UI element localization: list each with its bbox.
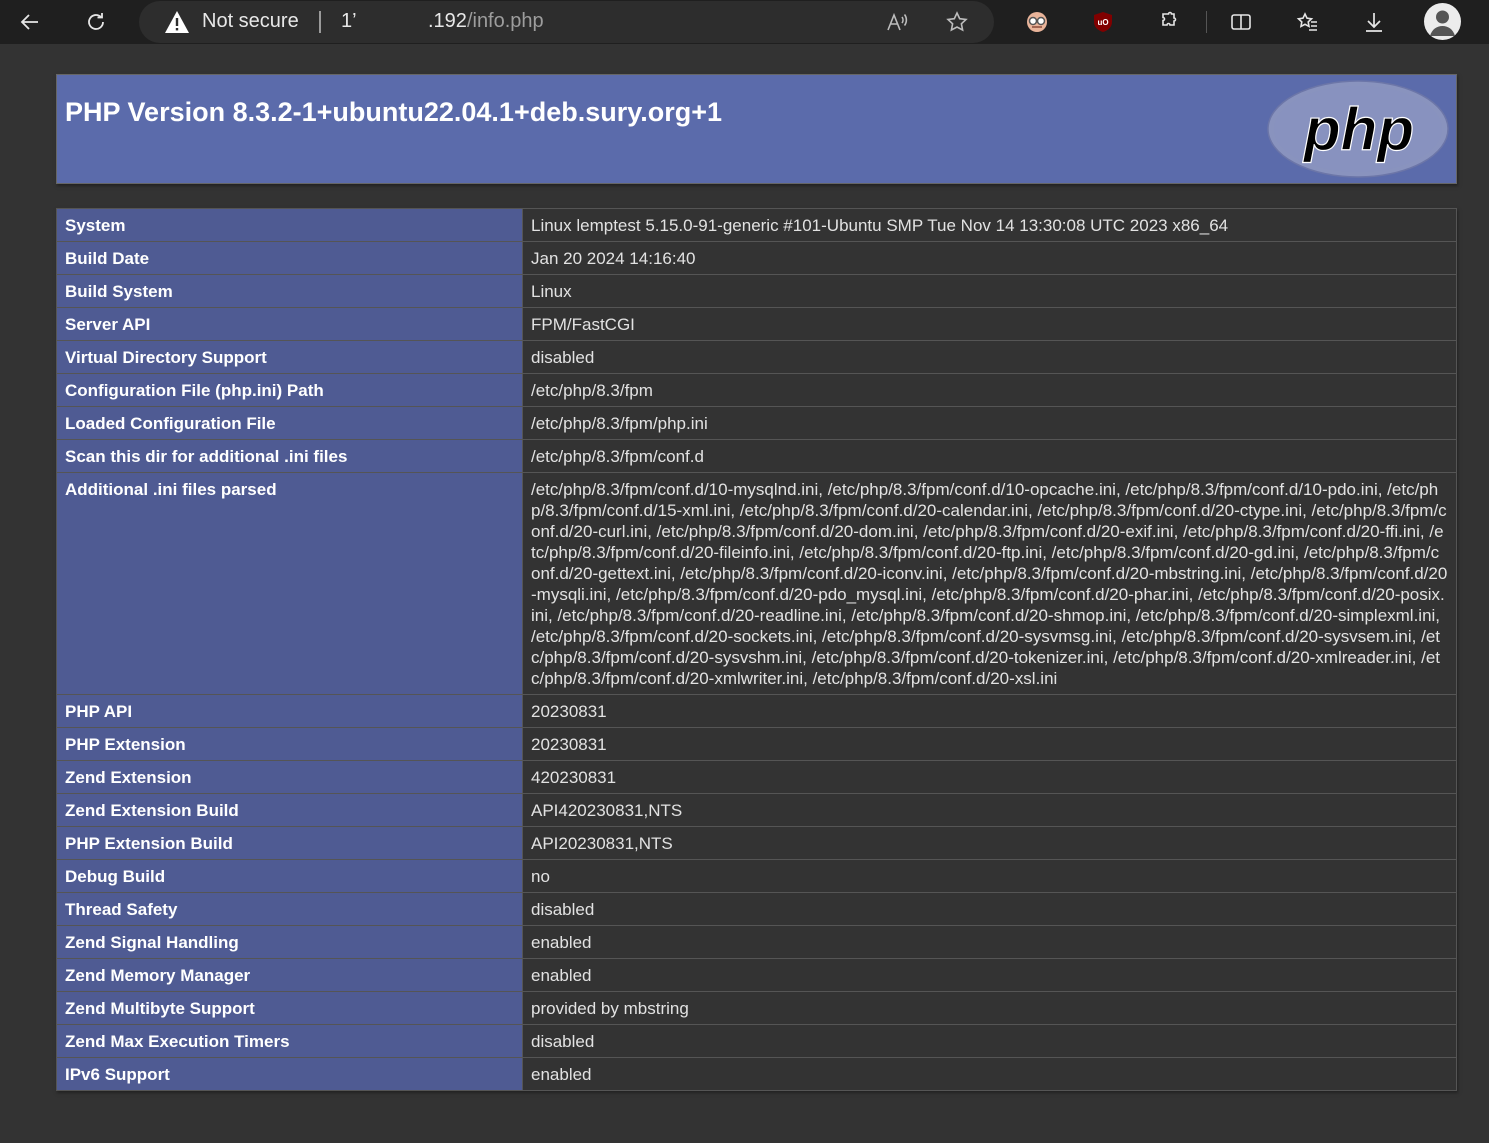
- ublock-icon[interactable]: uO: [1085, 4, 1121, 40]
- row-label: Loaded Configuration File: [56, 406, 523, 440]
- back-icon[interactable]: [12, 4, 48, 40]
- toolbar-divider: [1206, 11, 1207, 33]
- row-label: PHP Extension Build: [56, 826, 523, 860]
- row-label: Server API: [56, 307, 523, 341]
- row-value: API20230831,NTS: [522, 826, 1457, 860]
- table-row: Build System Linux: [56, 274, 1457, 308]
- php-logo-icon[interactable]: php: [1267, 80, 1449, 178]
- info-table-body: System Linux lemptest 5.15.0-91-generic #…: [56, 208, 1457, 1091]
- row-label: Zend Multibyte Support: [56, 991, 523, 1025]
- row-value: enabled: [522, 958, 1457, 992]
- row-value: provided by mbstring: [522, 991, 1457, 1025]
- table-row: Zend Extension 420230831: [56, 760, 1457, 794]
- table-row: Virtual Directory Support disabled: [56, 340, 1457, 374]
- table-row: IPv6 Support enabled: [56, 1057, 1457, 1091]
- table-row: Zend Multibyte Support provided by mbstri…: [56, 991, 1457, 1025]
- row-label: PHP API: [56, 694, 523, 728]
- row-label: Additional .ini files parsed: [56, 472, 523, 695]
- row-label: Thread Safety: [56, 892, 523, 926]
- favorite-star-icon[interactable]: [939, 4, 975, 40]
- row-label: Configuration File (php.ini) Path: [56, 373, 523, 407]
- row-value: Linux lemptest 5.15.0-91-generic #101-Ub…: [522, 208, 1457, 242]
- split-screen-icon[interactable]: [1223, 4, 1259, 40]
- row-label: Virtual Directory Support: [56, 340, 523, 374]
- table-row: Zend Signal Handling enabled: [56, 925, 1457, 959]
- table-row: Zend Max Execution Timers disabled: [56, 1024, 1457, 1058]
- table-row: Additional .ini files parsed/etc/php/8.3…: [56, 472, 1457, 695]
- php-logo-text: php: [1302, 96, 1414, 163]
- page-title: PHP Version 8.3.2-1+ubuntu22.04.1+deb.su…: [65, 97, 723, 127]
- table-row: PHP API 20230831: [56, 694, 1457, 728]
- row-value: /etc/php/8.3/fpm/conf.d: [522, 439, 1457, 473]
- extension-glasses-icon[interactable]: [1019, 4, 1055, 40]
- table-row: Configuration File (php.ini) Path/etc/ph…: [56, 373, 1457, 407]
- row-label: PHP Extension: [56, 727, 523, 761]
- row-value: enabled: [522, 1057, 1457, 1091]
- row-label: Zend Memory Manager: [56, 958, 523, 992]
- row-value: /etc/php/8.3/fpm/php.ini: [522, 406, 1457, 440]
- row-value: no: [522, 859, 1457, 893]
- row-label: Build System: [56, 274, 523, 308]
- warning-icon[interactable]: [164, 9, 190, 35]
- table-row: PHP Extension Build API20230831,NTS: [56, 826, 1457, 860]
- row-value: Jan 20 2024 14:16:40: [522, 241, 1457, 275]
- table-row: Loaded Configuration File/etc/php/8.3/fp…: [56, 406, 1457, 440]
- address-divider: [319, 11, 321, 33]
- row-label: Build Date: [56, 241, 523, 275]
- table-row: PHP Extension 20230831: [56, 727, 1457, 761]
- row-value: /etc/php/8.3/fpm/conf.d/10-mysqlnd.ini, …: [522, 472, 1457, 695]
- security-status-label[interactable]: Not secure: [202, 10, 299, 33]
- row-value: 420230831: [522, 760, 1457, 794]
- row-label: Debug Build: [56, 859, 523, 893]
- info-table: System Linux lemptest 5.15.0-91-generic #…: [56, 208, 1457, 1091]
- table-row: Thread Safety disabled: [56, 892, 1457, 926]
- profile-avatar-icon[interactable]: [1424, 3, 1461, 40]
- row-value: Linux: [522, 274, 1457, 308]
- row-label: Zend Max Execution Timers: [56, 1024, 523, 1058]
- row-value: disabled: [522, 892, 1457, 926]
- extensions-puzzle-icon[interactable]: [1151, 4, 1187, 40]
- url-text[interactable]: .192/info.php: [428, 10, 544, 33]
- row-value: /etc/php/8.3/fpm: [522, 373, 1457, 407]
- url-path: /info.php: [466, 10, 544, 32]
- read-aloud-icon[interactable]: [879, 4, 915, 40]
- row-label: System: [56, 208, 523, 242]
- table-row: System Linux lemptest 5.15.0-91-generic #…: [56, 208, 1457, 242]
- svg-text:uO: uO: [1097, 18, 1108, 27]
- table-row: Zend Memory Manager enabled: [56, 958, 1457, 992]
- row-label: IPv6 Support: [56, 1057, 523, 1091]
- browser-toolbar: Not secure 1’ .192/info.php uO: [0, 0, 1489, 44]
- row-value: FPM/FastCGI: [522, 307, 1457, 341]
- row-value: API420230831,NTS: [522, 793, 1457, 827]
- table-row: Server API FPM/FastCGI: [56, 307, 1457, 341]
- row-label: Zend Extension Build: [56, 793, 523, 827]
- download-icon[interactable]: [1356, 4, 1392, 40]
- url-host-end: .192: [428, 10, 467, 32]
- table-row: Debug Build no: [56, 859, 1457, 893]
- row-value: enabled: [522, 925, 1457, 959]
- row-label: Zend Extension: [56, 760, 523, 794]
- row-value: 20230831: [522, 694, 1457, 728]
- table-row: Zend Extension Build API420230831,NTS: [56, 793, 1457, 827]
- row-value: disabled: [522, 1024, 1457, 1058]
- row-value: 20230831: [522, 727, 1457, 761]
- row-label: Zend Signal Handling: [56, 925, 523, 959]
- row-label: Scan this dir for additional .ini files: [56, 439, 523, 473]
- favorites-list-icon[interactable]: [1290, 4, 1326, 40]
- url-host-start[interactable]: 1’: [341, 10, 357, 33]
- refresh-icon[interactable]: [78, 4, 114, 40]
- row-value: disabled: [522, 340, 1457, 374]
- phpinfo-header: PHP Version 8.3.2-1+ubuntu22.04.1+deb.su…: [56, 74, 1457, 184]
- table-row: Build Date Jan 20 2024 14:16:40: [56, 241, 1457, 275]
- table-row: Scan this dir for additional .ini files /…: [56, 439, 1457, 473]
